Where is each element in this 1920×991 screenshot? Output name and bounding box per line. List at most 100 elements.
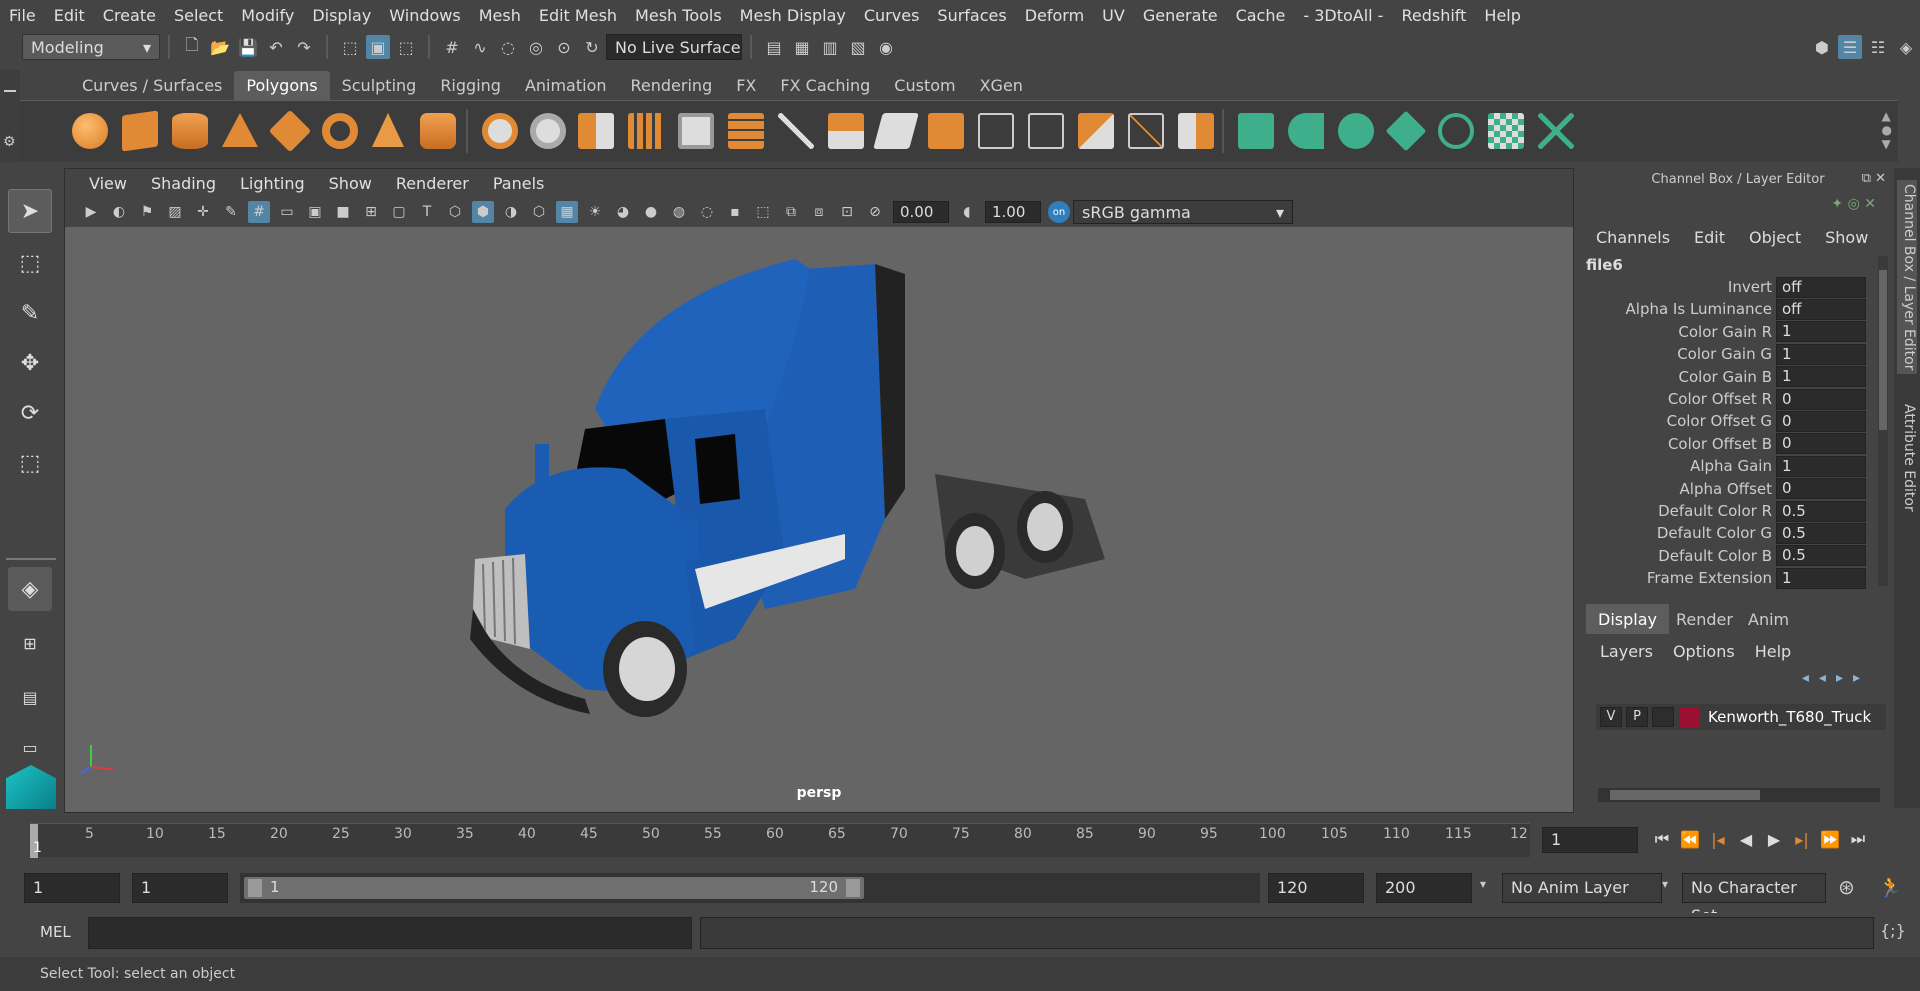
attr-row[interactable]: Default Color G 0.5 [1586,522,1870,544]
fill-hole-icon[interactable] [928,113,964,149]
snap-surface-icon[interactable]: ⊙ [552,35,576,59]
viewport-persp[interactable]: View Shading Lighting Show Renderer Pane… [64,168,1574,813]
layer-visibility-toggle[interactable]: V [1600,707,1622,727]
lights-icon[interactable]: ☀ [584,201,606,223]
resolution-gate-icon[interactable]: ▣ [304,201,326,223]
image-plane-icon[interactable]: ▨ [164,201,186,223]
camera-attributes-icon[interactable]: ◐ [108,201,130,223]
cut-uv-icon[interactable] [1538,113,1574,149]
menu-uv[interactable]: UV [1093,6,1134,25]
poly-pyramid-icon[interactable] [372,113,404,147]
boolean-icon[interactable] [1178,113,1214,149]
snap-live-icon[interactable]: ↻ [580,35,604,59]
multi-cut-icon[interactable] [778,113,814,149]
shelf-settings-gear-icon[interactable]: ⚙ [3,134,16,150]
layer-name[interactable]: Kenworth_T680_Truck [1708,708,1871,726]
color-management-toggle-icon[interactable]: on [1048,201,1070,223]
lasso-tool-icon[interactable]: ⬚ [8,241,52,285]
attr-value[interactable]: 0 [1776,388,1866,410]
scrollbar-thumb[interactable] [1610,790,1760,800]
uv-editor-icon[interactable] [1488,113,1524,149]
tab-display-layers[interactable]: Display [1586,604,1669,634]
cb-menu-channels[interactable]: Channels [1596,228,1670,247]
slide-edge-icon[interactable] [1078,113,1114,149]
tab-rendering[interactable]: Rendering [619,71,725,100]
smooth-icon[interactable] [628,113,664,149]
mirror-icon[interactable] [578,113,614,149]
layout-options-icon[interactable]: ▭ [8,725,52,769]
isolate-select-icon[interactable]: ⬚ [752,201,774,223]
layer-menu-layers[interactable]: Layers [1600,642,1653,661]
vp-menu-show[interactable]: Show [317,174,384,193]
menu-windows[interactable]: Windows [380,6,469,25]
channel-box-toggle-icon[interactable]: ☰ [1838,35,1862,59]
textured-icon[interactable]: ▦ [556,201,578,223]
render-view-icon[interactable]: ▧ [846,35,870,59]
snap-curve-icon[interactable]: ∿ [468,35,492,59]
go-to-start-icon[interactable]: ⏮ [1648,825,1676,853]
tab-xgen[interactable]: XGen [968,71,1035,100]
tab-animation[interactable]: Animation [513,71,619,100]
menu-modify[interactable]: Modify [232,6,303,25]
merge-icon[interactable] [873,113,919,149]
playback-start-field[interactable]: 1 [132,873,228,903]
workspace-dropdown[interactable]: Modeling ▾ [22,34,160,60]
poly-pipe-icon[interactable] [420,113,456,149]
shadows-icon[interactable]: ◕ [612,201,634,223]
layer-action-icons[interactable]: ◂◂▸▸ [1802,670,1870,686]
range-slider[interactable]: 1 120 [240,873,1260,903]
attr-row[interactable]: Color Offset R0 [1586,388,1870,410]
tool-settings-icon[interactable]: ☷ [1866,35,1890,59]
attr-row[interactable]: Invert off [1586,276,1870,298]
vp-menu-shading[interactable]: Shading [139,174,228,193]
menu-generate[interactable]: Generate [1134,6,1227,25]
smooth-shade-icon[interactable]: ⬢ [472,201,494,223]
menu-help[interactable]: Help [1475,6,1529,25]
open-scene-icon[interactable]: 📂 [208,35,232,59]
attr-value[interactable]: 1 [1776,343,1866,365]
xray-active-icon[interactable]: ⧈ [808,201,830,223]
anti-aliasing-icon[interactable]: ◌ [696,201,718,223]
select-tool-icon[interactable]: ➤ [8,189,52,233]
channel-box-options-icons[interactable]: ✦ ◎ ✕ [1831,196,1876,212]
single-perspective-layout-icon[interactable]: ◈ [8,567,52,611]
poly-sphere-icon[interactable] [72,113,108,149]
layer-hscrollbar[interactable] [1598,788,1880,802]
ambient-occlusion-icon[interactable]: ● [640,201,662,223]
attr-value[interactable]: 1 [1776,321,1866,343]
auto-key-icon[interactable]: ⊛ [1838,875,1855,899]
live-surface-field[interactable]: No Live Surface [606,34,742,60]
attr-value[interactable]: 1 [1776,455,1866,477]
chevron-down-icon[interactable]: ▾ [1480,877,1486,891]
snap-grid-icon[interactable]: # [440,35,464,59]
vp-menu-renderer[interactable]: Renderer [384,174,481,193]
rotate-tool-icon[interactable]: ⟳ [8,391,52,435]
truck-model[interactable] [465,229,1245,769]
wireframe-on-shaded-icon[interactable]: ⬡ [528,201,550,223]
bevel-icon[interactable] [678,113,714,149]
2d-pan-zoom-icon[interactable]: ✛ [192,201,214,223]
poly-cylinder-icon[interactable] [172,113,208,149]
poly-cone-icon[interactable] [222,113,258,147]
depth-of-field-icon[interactable]: ▪ [724,201,746,223]
attr-value[interactable]: 0 [1776,478,1866,500]
script-editor-icon[interactable]: {;} [1880,921,1906,940]
insert-edge-loop-icon[interactable] [1028,113,1064,149]
shelf-scroll-icon[interactable]: ▲ ● ▼ [1882,109,1892,151]
attr-value[interactable]: 0.5 [1776,545,1866,567]
attr-row[interactable]: Alpha Is Luminance off [1586,298,1870,320]
vp-menu-lighting[interactable]: Lighting [228,174,317,193]
tab-custom[interactable]: Custom [882,71,967,100]
camera-icon[interactable]: ▶ [80,201,102,223]
step-forward-key-icon[interactable]: ▸| [1788,825,1816,853]
tab-curves-surfaces[interactable]: Curves / Surfaces [70,71,234,100]
step-back-key-icon[interactable]: |◂ [1704,825,1732,853]
select-component-icon[interactable]: ⬚ [394,35,418,59]
four-view-layout-icon[interactable]: ⊞ [8,621,52,665]
channel-box-side-tab[interactable]: Channel Box / Layer Editor [1897,180,1917,375]
time-slider[interactable]: 5 10 15 20 25 30 35 40 45 50 55 60 65 70… [0,815,1920,865]
attr-value[interactable]: 0 [1776,410,1866,432]
tab-rigging[interactable]: Rigging [428,71,513,100]
default-material-icon[interactable]: ◑ [500,201,522,223]
tab-fx-caching[interactable]: FX Caching [768,71,882,100]
